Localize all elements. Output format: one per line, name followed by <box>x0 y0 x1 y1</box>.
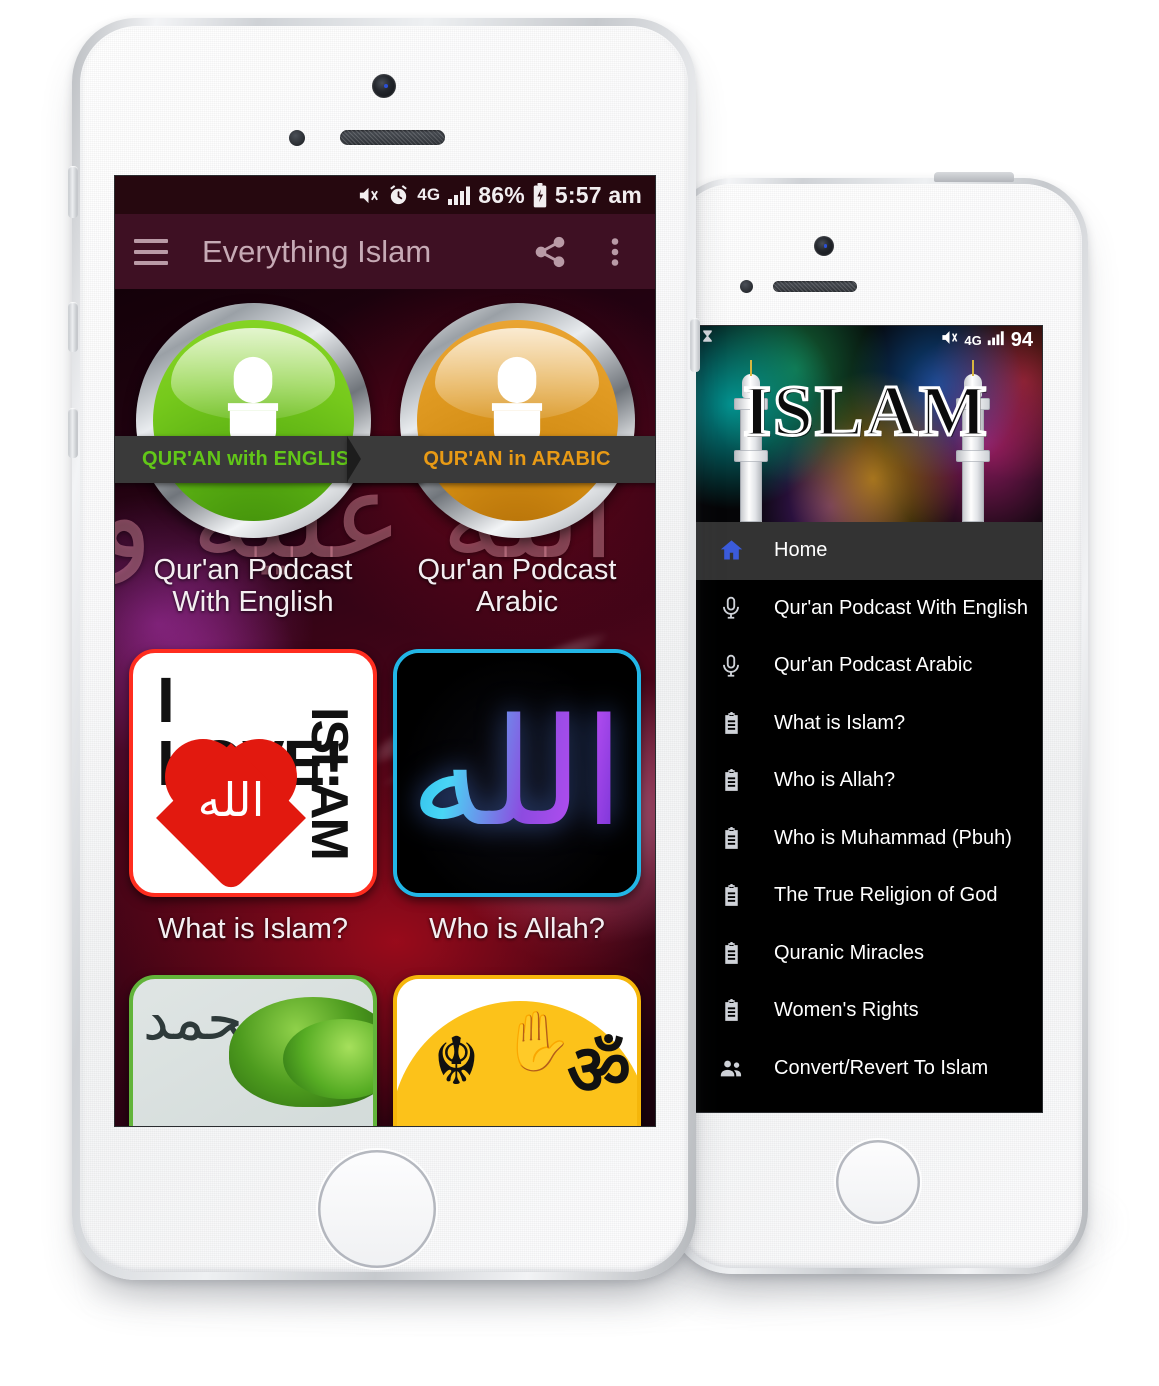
microphone-icon <box>714 591 748 625</box>
clipboard-icon <box>714 821 748 855</box>
tile-image-i-love-islam: I LOVE! ISLAM الله <box>129 648 377 897</box>
drawer-item-label: The True Religion of God <box>774 884 998 907</box>
tile-label: What is Islam? <box>157 912 349 945</box>
mute-icon <box>940 328 959 353</box>
signal-icon <box>447 185 471 206</box>
jain-hand-icon: ✋ <box>501 1007 574 1076</box>
grid-cell-quran-podcast-english[interactable]: QUR'AN with ENGLISH Qur'an Podcast With … <box>115 297 424 619</box>
drawer-item-convert-revert-to-islam[interactable]: Convert/Revert To Islam <box>690 1040 1042 1098</box>
people-icon <box>714 1051 748 1085</box>
microphone-icon <box>417 320 618 521</box>
right-phone-screen: 4G 94 ISLAM Home Qur'an Podcast With Eng… <box>690 326 1042 1112</box>
hamburger-icon[interactable] <box>134 238 168 265</box>
drawer-item-label: Convert/Revert To Islam <box>774 1056 989 1079</box>
left-phone-mute-switch[interactable] <box>68 166 78 218</box>
right-phone-front-camera <box>814 236 834 256</box>
mic-badge-green: QUR'AN with ENGLISH <box>115 303 424 538</box>
right-status-bar: 4G 94 <box>690 326 1042 354</box>
drawer-item-who-is-muhammad[interactable]: Who is Muhammad (Pbuh) <box>690 810 1042 868</box>
more-vertical-icon[interactable] <box>600 234 630 270</box>
right-phone-power-button[interactable] <box>934 172 1014 182</box>
left-phone-front-camera <box>372 74 396 98</box>
clipboard-icon <box>714 706 748 740</box>
drawer-item-home[interactable]: Home <box>690 522 1042 580</box>
page-root: 4G 94 ISLAM Home Qur'an Podcast With Eng… <box>0 0 1159 1386</box>
drawer-item-label: Women's Rights <box>774 999 919 1022</box>
hourglass-icon <box>699 328 716 353</box>
tile-label: Who is Allah? <box>429 912 605 945</box>
khanda-icon: ☬ <box>433 1023 480 1101</box>
battery-charging-icon <box>532 182 548 208</box>
app-title: Everything Islam <box>202 233 432 269</box>
clock-time: 5:57 am <box>554 181 642 208</box>
home-grid-content: صلى الله عليه وسلم <box>115 289 655 1126</box>
network-4g-icon: 4G <box>964 332 982 348</box>
drawer-item-true-religion-of-god[interactable]: The True Religion of God <box>690 867 1042 925</box>
drawer-item-quran-podcast-arabic[interactable]: Qur'an Podcast Arabic <box>690 637 1042 695</box>
left-phone: 4G 86% 5:57 am Everything Islam و QUR'AN… <box>68 18 700 1280</box>
tile-label: Qur'an Podcast Arabic <box>417 554 617 619</box>
drawer-item-label: What is Islam? <box>774 711 906 734</box>
clipboard-icon <box>714 994 748 1028</box>
clipboard-icon <box>714 936 748 970</box>
left-status-bar: 4G 86% 5:57 am <box>115 176 655 214</box>
tile-grid: QUR'AN with ENGLISH Qur'an Podcast With … <box>115 289 655 1126</box>
microphone-icon <box>714 649 748 683</box>
drawer-header-title: ISLAM <box>741 370 990 453</box>
grid-cell-quran-podcast-arabic[interactable]: QUR'AN in ARABIC Qur'an Podcast Arabic <box>346 297 655 619</box>
clipboard-icon <box>714 764 748 798</box>
tile-image-tree: محمد <box>129 975 377 1126</box>
left-phone-earpiece-speaker <box>340 130 445 145</box>
grid-cell-muhammad[interactable]: محمد <box>121 969 385 1126</box>
tile-label: Qur'an Podcast With English <box>153 554 353 619</box>
drawer-item-label: Who is Muhammad (Pbuh) <box>774 826 1012 849</box>
right-status-icons: 4G 94 <box>940 328 1033 353</box>
drawer-menu-list: Home Qur'an Podcast With English Qur'an … <box>690 522 1042 1112</box>
signal-icon <box>987 329 1006 352</box>
tile-image-allah: الله <box>393 648 641 897</box>
mute-icon <box>357 184 380 207</box>
drawer-item-label: Qur'an Podcast Arabic <box>774 654 973 677</box>
drawer-item-womens-rights[interactable]: Women's Rights <box>690 982 1042 1040</box>
drawer-header: 4G 94 ISLAM <box>690 326 1042 522</box>
allah-calligraphy: الله <box>409 686 625 859</box>
om-icon: ॐ <box>567 1029 631 1112</box>
home-icon <box>714 534 748 568</box>
microphone-icon <box>153 320 354 521</box>
network-4g-icon: 4G <box>417 185 441 204</box>
left-app-bar: Everything Islam <box>115 214 655 289</box>
right-phone-home-button[interactable] <box>836 1140 920 1224</box>
grid-cell-what-is-islam[interactable]: I LOVE! ISLAM الله What is Islam? <box>121 643 385 945</box>
drawer-item-quranic-miracles[interactable]: Quranic Miracles <box>690 925 1042 983</box>
battery-level: 94 <box>1010 328 1033 351</box>
clipboard-icon <box>714 879 748 913</box>
tile-image-religions: ☬ ✋ ॐ <box>393 975 641 1126</box>
heart-icon: الله <box>156 738 306 893</box>
left-phone-screen: 4G 86% 5:57 am Everything Islam و QUR'AN… <box>115 176 655 1126</box>
left-phone-volume-up-button[interactable] <box>68 302 78 352</box>
mic-badge-orange: QUR'AN in ARABIC <box>346 303 655 538</box>
right-phone-earpiece-speaker <box>773 281 857 292</box>
drawer-item-label: Qur'an Podcast With English <box>774 596 1028 619</box>
drawer-item-quran-podcast-english[interactable]: Qur'an Podcast With English <box>690 580 1042 638</box>
share-icon[interactable] <box>532 234 568 270</box>
battery-percent: 86% <box>478 181 525 208</box>
drawer-item-what-is-islam[interactable]: What is Islam? <box>690 695 1042 753</box>
drawer-item-label: Quranic Miracles <box>774 941 925 964</box>
alarm-icon <box>387 184 410 207</box>
left-phone-home-button[interactable] <box>318 1150 436 1268</box>
grid-cell-who-is-allah[interactable]: الله Who is Allah? <box>385 643 649 945</box>
drawer-app-root: 4G 94 ISLAM Home Qur'an Podcast With Eng… <box>690 326 1042 1112</box>
heart-calligraphy: الله <box>197 772 265 827</box>
right-phone-proximity-sensor <box>740 280 753 293</box>
left-phone-volume-down-button[interactable] <box>68 408 78 458</box>
tile-art-text: ISLAM <box>300 706 358 859</box>
drawer-item-who-is-allah[interactable]: Who is Allah? <box>690 752 1042 810</box>
right-phone: 4G 94 ISLAM Home Qur'an Podcast With Eng… <box>665 172 1088 1274</box>
drawer-item-label: Who is Allah? <box>774 769 896 792</box>
tile-ribbon: QUR'AN in ARABIC <box>346 436 655 483</box>
left-phone-proximity-sensor <box>289 130 305 146</box>
drawer-item-label: Home <box>774 539 828 562</box>
grid-cell-religions[interactable]: ☬ ✋ ॐ <box>385 969 649 1126</box>
